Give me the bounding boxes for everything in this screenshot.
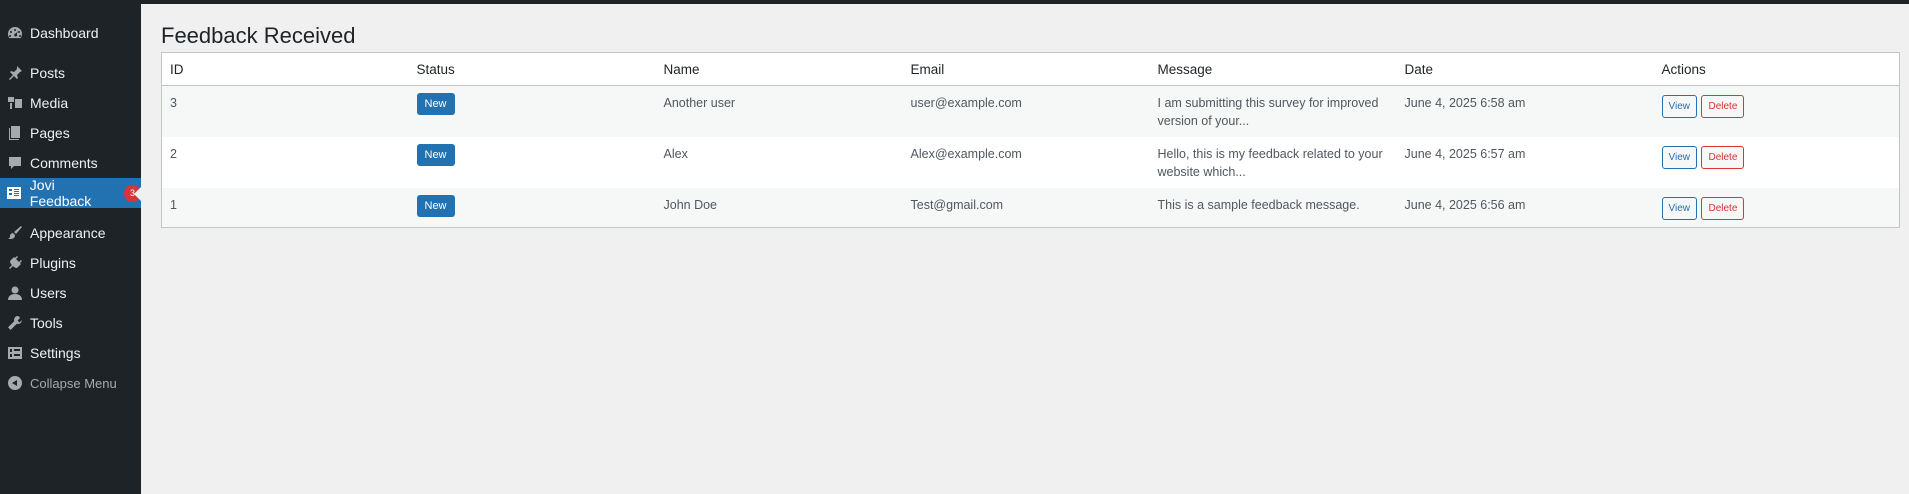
view-button[interactable]: View	[1661, 95, 1697, 118]
cell-actions: View Delete	[1654, 137, 1900, 188]
sidebar-item-comments[interactable]: Comments	[0, 148, 141, 178]
sidebar-item-label: Appearance	[30, 225, 106, 241]
cell-date: June 4, 2025 6:56 am	[1404, 198, 1526, 212]
cell-date: June 4, 2025 6:58 am	[1404, 96, 1526, 110]
cell-email: Test@gmail.com	[910, 198, 1004, 212]
cell-message: Hello, this is my feedback related to yo…	[1157, 147, 1383, 179]
view-button[interactable]: View	[1661, 197, 1697, 220]
sidebar-item-settings[interactable]: Settings	[0, 338, 141, 368]
sidebar-item-label: Dashboard	[30, 25, 99, 41]
cell-id: 1	[170, 198, 177, 212]
column-header-email: Email	[902, 52, 1150, 86]
column-header-id: ID	[161, 52, 409, 86]
sidebar-item-appearance[interactable]: Appearance	[0, 218, 141, 248]
notification-badge: 3	[124, 184, 141, 202]
main-content: Feedback Received ID Status Name Email M…	[161, 22, 1900, 228]
feedback-table: ID Status Name Email Message Date Action…	[161, 52, 1900, 228]
cell-email: Alex@example.com	[910, 147, 1022, 161]
settings-icon	[6, 345, 23, 362]
column-header-name: Name	[655, 52, 903, 86]
sidebar-item-label: Pages	[30, 125, 70, 141]
table-row: 1 New John Doe Test@gmail.com This is a …	[161, 188, 1900, 228]
wrench-icon	[6, 315, 23, 332]
view-button[interactable]: View	[1661, 146, 1697, 169]
page-title: Feedback Received	[161, 23, 356, 48]
column-header-message: Message	[1149, 52, 1397, 86]
sidebar-item-label: Users	[30, 285, 67, 301]
admin-top-bar	[0, 0, 1909, 4]
sidebar-item-label: Jovi Feedback	[29, 177, 92, 209]
cell-actions: View Delete	[1654, 188, 1900, 228]
sidebar-item-plugins[interactable]: Plugins	[0, 248, 141, 278]
sidebar-item-label: Media	[30, 95, 69, 111]
table-header-row: ID Status Name Email Message Date Action…	[161, 52, 1900, 86]
sidebar-item-pages[interactable]: Pages	[0, 118, 141, 148]
sidebar-item-label: Settings	[30, 345, 81, 361]
sidebar-item-label: Plugins	[30, 255, 76, 271]
table-row: 2 New Alex Alex@example.com Hello, this …	[162, 137, 1900, 188]
plug-icon	[6, 255, 23, 272]
cell-message: This is a sample feedback message.	[1157, 198, 1360, 212]
delete-button[interactable]: Delete	[1701, 146, 1745, 169]
brush-icon	[6, 225, 23, 242]
delete-button[interactable]: Delete	[1701, 197, 1745, 220]
collapse-menu-label: Collapse Menu	[30, 375, 117, 391]
cell-date: June 4, 2025 6:57 am	[1404, 147, 1526, 161]
cell-email: user@example.com	[910, 96, 1022, 110]
sidebar-item-dashboard[interactable]: Dashboard	[0, 18, 141, 48]
status-badge: New	[416, 144, 455, 166]
delete-button[interactable]: Delete	[1701, 95, 1745, 118]
cell-id: 2	[170, 147, 177, 161]
table-row: 3 New Another user user@example.com I am…	[161, 85, 1900, 138]
sidebar-item-media[interactable]: Media	[0, 88, 141, 118]
column-header-date: Date	[1396, 52, 1654, 86]
sidebar-item-users[interactable]: Users	[0, 278, 141, 308]
cell-id: 3	[170, 96, 177, 110]
sidebar-item-jovi-feedback[interactable]: Jovi Feedback 3	[0, 177, 142, 209]
status-badge: New	[416, 93, 455, 115]
column-header-status: Status	[408, 52, 656, 86]
sidebar-item-label: Tools	[30, 315, 63, 331]
collapse-arrow-icon	[6, 375, 23, 392]
feedback-icon	[6, 185, 23, 202]
column-header-actions: Actions	[1653, 52, 1900, 86]
user-icon	[6, 285, 23, 302]
sidebar-item-label: Posts	[30, 65, 66, 81]
cell-actions: View Delete	[1654, 86, 1900, 138]
admin-sidebar: Dashboard Posts Media Pages Comments Jov…	[0, 0, 142, 494]
pin-icon	[6, 65, 23, 82]
collapse-menu-button[interactable]: Collapse Menu	[0, 368, 141, 398]
sidebar-item-posts[interactable]: Posts	[0, 58, 141, 88]
status-badge: New	[416, 195, 455, 217]
cell-message: I am submitting this survey for improved…	[1157, 96, 1379, 128]
media-icon	[6, 95, 23, 112]
cell-name: Another user	[663, 96, 736, 110]
pages-icon	[6, 125, 23, 142]
dashboard-icon	[6, 25, 23, 42]
sidebar-item-label: Comments	[30, 155, 98, 171]
sidebar-item-tools[interactable]: Tools	[0, 308, 141, 338]
cell-name: John Doe	[663, 198, 718, 212]
cell-name: Alex	[663, 147, 688, 161]
comment-icon	[6, 155, 23, 172]
